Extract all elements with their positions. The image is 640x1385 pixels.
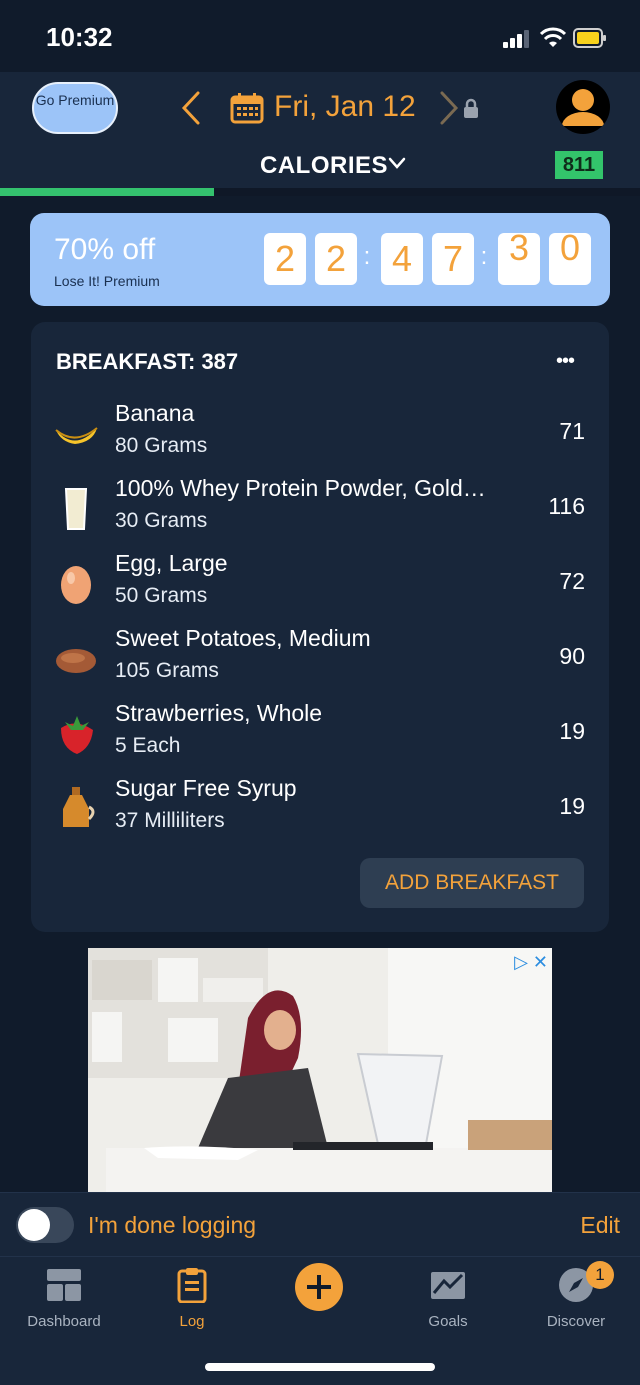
home-indicator[interactable]: [205, 1363, 435, 1371]
food-quantity: 30 Grams: [115, 509, 208, 532]
promo-discount: 70% off: [54, 233, 156, 266]
breakfast-title: BREAKFAST: 387: [56, 349, 239, 374]
wifi-icon: [540, 27, 566, 47]
edit-button[interactable]: Edit: [580, 1212, 620, 1239]
countdown-separator: :: [363, 243, 371, 270]
food-calories: 72: [559, 568, 585, 594]
tab-dashboard[interactable]: Dashboard: [0, 1257, 128, 1347]
food-calories: 19: [559, 793, 585, 819]
food-quantity: 37 Milliliters: [115, 809, 225, 832]
milk-glass-icon: [53, 485, 99, 531]
user-profile-icon: [562, 89, 604, 126]
food-name: Banana: [115, 400, 195, 426]
cellular-signal-icon: [503, 30, 529, 48]
food-item-egg[interactable]: Egg, Large 50 Grams 72: [31, 550, 609, 625]
calories-dropdown-label[interactable]: CALORIES: [260, 152, 388, 180]
chevron-right-icon[interactable]: [438, 90, 460, 126]
done-logging-bar: I'm done logging Edit: [0, 1192, 640, 1256]
countdown-digit: 0: [549, 230, 591, 285]
status-time: 10:32: [46, 22, 113, 52]
dashboard-icon: [47, 1269, 81, 1301]
countdown-digit: 3: [498, 230, 540, 285]
food-quantity: 80 Grams: [115, 434, 208, 457]
advertisement-banner[interactable]: ▷ ✕: [88, 948, 552, 1192]
food-calories: 116: [548, 493, 585, 519]
tab-goals[interactable]: Goals: [384, 1257, 512, 1347]
food-name: 100% Whey Protein Powder, Gold…: [115, 475, 486, 501]
plus-icon: [307, 1275, 331, 1299]
toggle-knob: [18, 1209, 50, 1241]
tab-log[interactable]: Log: [128, 1257, 256, 1347]
add-breakfast-button[interactable]: ADD BREAKFAST: [360, 858, 584, 908]
food-name: Sweet Potatoes, Medium: [115, 625, 371, 651]
ad-photo: [88, 948, 552, 1192]
more-options-icon[interactable]: •••: [556, 350, 575, 373]
food-quantity: 50 Grams: [115, 584, 208, 607]
promo-subtitle: Lose It! Premium: [54, 273, 160, 289]
egg-icon: [53, 560, 99, 606]
food-quantity: 5 Each: [115, 734, 181, 757]
lock-icon: [464, 98, 478, 118]
battery-icon: [573, 28, 606, 48]
top-header: Go Premium Fri, Jan 12 CALORIES 811: [0, 72, 640, 192]
food-item-sugar-free-syrup[interactable]: Sugar Free Syrup 37 Milliliters 19: [31, 775, 609, 850]
calorie-progress-bar: [0, 188, 640, 196]
countdown-digit: 7: [432, 233, 474, 285]
tab-label: Log: [179, 1313, 205, 1330]
chevron-down-icon[interactable]: [388, 156, 406, 170]
discover-notification-badge: 1: [586, 1261, 614, 1289]
premium-promo-banner[interactable]: 70% off Lose It! Premium 2 2 : 4 7 : 3 0: [30, 213, 610, 306]
food-name: Egg, Large: [115, 550, 228, 576]
tab-label: Goals: [428, 1313, 468, 1330]
calorie-progress-fill: [0, 188, 215, 196]
food-calories: 19: [559, 718, 585, 744]
countdown-digit: 2: [315, 233, 357, 285]
food-calories: 90: [559, 643, 585, 669]
done-logging-label: I'm done logging: [88, 1212, 257, 1238]
food-item-sweet-potato[interactable]: Sweet Potatoes, Medium 105 Grams 90: [31, 625, 609, 700]
status-bar: 10:32: [0, 0, 640, 72]
food-item-strawberries[interactable]: Strawberries, Whole 5 Each 19: [31, 700, 609, 775]
food-item-banana[interactable]: Banana 80 Grams 71: [31, 400, 609, 475]
food-name: Sugar Free Syrup: [115, 775, 297, 801]
ad-choices-close-icon[interactable]: ▷ ✕: [514, 952, 548, 973]
profile-avatar[interactable]: [556, 80, 610, 134]
food-name: Strawberries, Whole: [115, 700, 323, 726]
food-item-whey-protein[interactable]: 100% Whey Protein Powder, Gold… 30 Grams…: [31, 475, 609, 550]
chevron-left-icon[interactable]: [178, 90, 204, 126]
go-premium-button[interactable]: Go Premium: [32, 82, 118, 134]
banana-icon: [53, 410, 99, 456]
syrup-bottle-icon: [53, 785, 99, 831]
strawberry-icon: [53, 710, 99, 756]
goals-icon: [431, 1272, 465, 1299]
calendar-icon[interactable]: [230, 92, 264, 124]
countdown-digit: 4: [381, 233, 423, 285]
food-calories: 71: [559, 418, 585, 444]
food-quantity: 105 Grams: [115, 659, 219, 682]
date-label[interactable]: Fri, Jan 12: [274, 90, 416, 124]
sweet-potato-icon: [53, 635, 99, 681]
tab-label: Discover: [546, 1313, 606, 1330]
tab-discover[interactable]: Discover: [512, 1257, 640, 1347]
countdown-separator: :: [480, 243, 488, 270]
breakfast-card: BREAKFAST: 387 ••• Banana 80 Grams 71 10…: [31, 322, 609, 932]
log-icon: [177, 1268, 207, 1303]
done-logging-toggle[interactable]: [16, 1207, 74, 1243]
tab-label: Dashboard: [27, 1313, 101, 1330]
countdown-digit: 2: [264, 233, 306, 285]
add-food-button[interactable]: [295, 1263, 343, 1311]
calorie-count-badge: 811: [555, 151, 603, 179]
